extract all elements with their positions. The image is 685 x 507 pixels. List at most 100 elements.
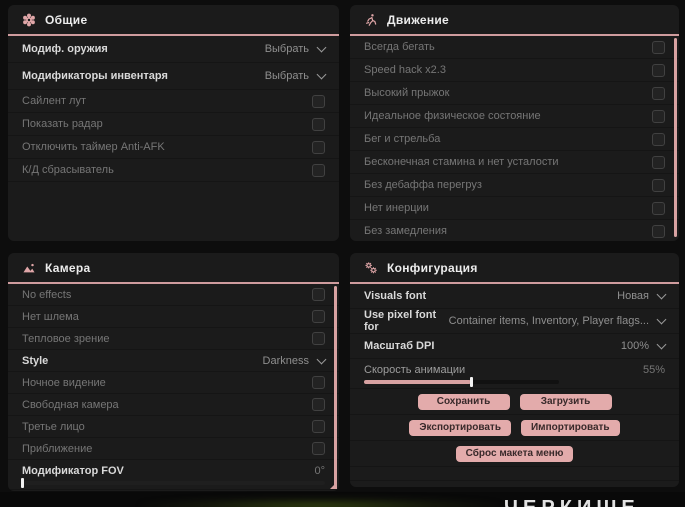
background-cutoff-text: ЧЕРКИШЕ [504,497,640,507]
row-label: Третье лицо [22,420,85,433]
pixel-font-dropdown[interactable]: Container items, Inventory, Player flags… [448,314,667,327]
row-label: Нет шлема [22,310,79,323]
row-thermal-vision[interactable]: Тепловое зрение [8,328,339,350]
row-high-jump[interactable]: Высокий прыжок [350,82,679,105]
row-perfect-condition[interactable]: Идеальное физическое состояние [350,105,679,128]
checkbox[interactable] [652,40,665,54]
checkbox[interactable] [312,288,325,301]
row-inventory-mods[interactable]: Модификаторы инвентаря Выбрать [8,63,339,90]
row-label: Нет инерции [364,202,429,214]
resize-handle[interactable] [330,482,337,489]
image-icon [22,261,36,275]
row-label: Масштаб DPI [364,340,435,352]
row-label: Style [22,354,49,367]
row-always-run[interactable]: Всегда бегать [350,36,679,59]
fov-value: 0° [314,464,325,477]
panel-movement-header: Движение [350,5,679,36]
dpi-scale-dropdown[interactable]: 100% [621,339,667,352]
checkbox[interactable] [652,132,665,146]
row-speed-hack[interactable]: Speed hack x2.3 [350,59,679,82]
movement-scrollbar[interactable] [674,38,677,237]
checkbox[interactable] [652,155,665,169]
chevron-down-icon [316,354,327,364]
row-label: Приближение [22,442,93,455]
row-cooldown-reset[interactable]: К/Д сбрасыватель [8,159,339,182]
dropdown-value: Container items, Inventory, Player flags… [448,315,649,327]
row-run-and-shoot[interactable]: Бег и стрельба [350,128,679,151]
checkbox[interactable] [652,224,665,238]
row-no-helmet[interactable]: Нет шлема [8,306,339,328]
row-disable-anti-afk-timer[interactable]: Отключить таймер Anti-AFK [8,136,339,159]
animation-slider-fill [364,376,474,387]
row-infinite-stamina[interactable]: Бесконечная стамина и нет усталости [350,151,679,174]
row-style[interactable]: Style Darkness [8,350,339,372]
dropdown-value: Darkness [262,354,309,367]
row-night-vision[interactable]: Ночное видение [8,372,339,394]
save-button[interactable]: Сохранить [417,393,510,410]
import-button[interactable]: Импортировать [520,419,620,436]
row-visuals-font[interactable]: Visuals font Новая [350,284,679,309]
inventory-mods-dropdown[interactable]: Выбрать [265,69,327,82]
row-label: No effects [22,288,72,301]
fov-slider-thumb[interactable] [21,477,24,488]
style-dropdown[interactable]: Darkness [262,354,327,367]
dropdown-value: Выбрать [264,43,309,55]
row-no-inertia[interactable]: Нет инерции [350,197,679,220]
checkbox[interactable] [312,163,325,177]
row-free-camera[interactable]: Свободная камера [8,394,339,416]
row-no-effects[interactable]: No effects [8,284,339,306]
row-dpi-scale[interactable]: Масштаб DPI 100% [350,334,679,359]
animation-slider-thumb[interactable] [470,376,474,387]
chevron-down-icon [316,42,327,53]
buttons-row-1: Сохранить Загрузить [350,389,679,415]
checkbox[interactable] [312,94,325,108]
row-fov-modifier[interactable]: Модификатор FOV 0° [8,460,339,490]
gears-icon [364,261,378,275]
checkbox[interactable] [312,310,325,323]
row-label: Модиф. оружия [22,43,108,55]
checkbox[interactable] [312,376,325,389]
fov-slider[interactable] [21,477,325,488]
checkbox[interactable] [312,420,325,433]
row-show-radar[interactable]: Показать радар [8,113,339,136]
checkbox[interactable] [652,178,665,192]
row-label: Бесконечная стамина и нет усталости [364,156,559,168]
visuals-font-dropdown[interactable]: Новая [617,289,667,302]
checkbox[interactable] [652,63,665,77]
checkbox[interactable] [652,201,665,215]
checkbox[interactable] [312,140,325,154]
weapon-mod-dropdown[interactable]: Выбрать [264,42,327,55]
mod-menu-overlay: Общие Модиф. оружия Выбрать Модификаторы… [0,0,685,507]
checkbox[interactable] [312,442,325,455]
panel-title: Камера [45,260,91,275]
row-label: Модификаторы инвентаря [22,70,168,82]
row-label: Показать радар [22,118,103,130]
row-zoom[interactable]: Приближение [8,438,339,460]
reset-menu-layout-button[interactable]: Сброс макета меню [455,445,574,462]
row-label: Сайлент лут [22,95,86,107]
row-animation-speed[interactable]: Скорость анимации 55% [350,359,679,389]
row-no-overload-debuff[interactable]: Без дебаффа перегруз [350,174,679,197]
runner-icon [364,13,378,27]
load-button[interactable]: Загрузить [519,393,612,410]
export-button[interactable]: Экспортировать [409,419,511,436]
animation-speed-slider[interactable] [364,376,559,387]
empty-row [350,467,679,481]
panel-title: Общие [45,12,88,27]
camera-scrollbar[interactable] [334,286,337,487]
row-weapon-mod[interactable]: Модиф. оружия Выбрать [8,36,339,63]
checkbox[interactable] [652,109,665,123]
checkbox[interactable] [312,332,325,345]
animation-speed-value: 55% [642,363,665,376]
row-pixel-font[interactable]: Use pixel font for Container items, Inve… [350,309,679,334]
panel-camera: Камера No effects Нет шлема Тепловое зре… [8,253,339,491]
row-silent-loot[interactable]: Сайлент лут [8,90,339,113]
row-third-person[interactable]: Третье лицо [8,416,339,438]
checkbox[interactable] [312,398,325,411]
row-no-slowdown[interactable]: Без замедления [350,220,679,241]
panel-general-header: Общие [8,5,339,36]
row-label: Высокий прыжок [364,87,450,99]
row-label: Всегда бегать [364,41,435,53]
checkbox[interactable] [312,117,325,131]
checkbox[interactable] [652,86,665,100]
